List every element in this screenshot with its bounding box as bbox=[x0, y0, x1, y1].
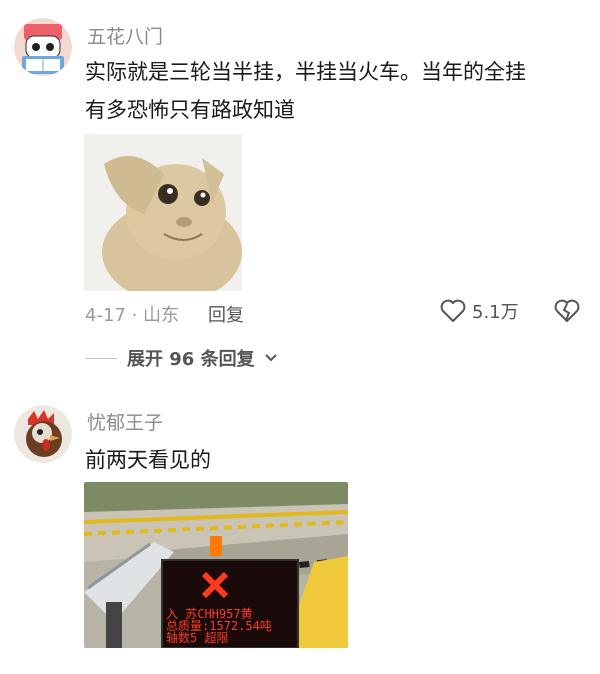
broken-heart-icon bbox=[554, 299, 580, 322]
avatar-rooster-image bbox=[14, 405, 72, 463]
sign-text-line-3: 轴数5 超限 bbox=[166, 631, 229, 645]
comment-text-line-1: 前两天看见的 bbox=[85, 448, 211, 472]
cat-meme-image[interactable] bbox=[84, 134, 242, 291]
divider-line bbox=[85, 357, 117, 359]
expand-replies-label: 展开 96 条回复 bbox=[127, 349, 255, 370]
username[interactable]: 五花八门 bbox=[87, 22, 163, 49]
avatar[interactable] bbox=[14, 405, 72, 463]
date-location: 4-17 · 山东 bbox=[85, 305, 180, 326]
chevron-down-icon bbox=[264, 354, 277, 362]
comment-1: 五花八门 实际就是三轮当半挂，半挂当火车。当年的全挂 有多恐怖只有路政知道 4-… bbox=[0, 0, 600, 380]
cat-meme-drawing bbox=[84, 134, 242, 291]
like-button[interactable]: 5.1万 bbox=[440, 298, 519, 324]
sign-text: 入 苏CHH957黄 总质量:1572.54吨 轴数5 超限 bbox=[166, 608, 272, 644]
heart-icon bbox=[440, 299, 466, 322]
avatar[interactable] bbox=[14, 18, 72, 76]
toll-station-photo[interactable]: 入 苏CHH957黄 总质量:1572.54吨 轴数5 超限 bbox=[84, 482, 348, 648]
avatar-cartoon-image bbox=[14, 18, 72, 76]
expand-replies-button[interactable]: 展开 96 条回复 bbox=[85, 345, 277, 371]
comment-text-line-2: 有多恐怖只有路政知道 bbox=[85, 98, 295, 122]
comment-text-line-1: 实际就是三轮当半挂，半挂当火车。当年的全挂 bbox=[85, 60, 526, 84]
like-count: 5.1万 bbox=[472, 302, 519, 323]
dislike-button[interactable] bbox=[554, 299, 580, 327]
username[interactable]: 忧郁王子 bbox=[87, 408, 163, 435]
reply-button[interactable]: 回复 bbox=[208, 301, 244, 327]
